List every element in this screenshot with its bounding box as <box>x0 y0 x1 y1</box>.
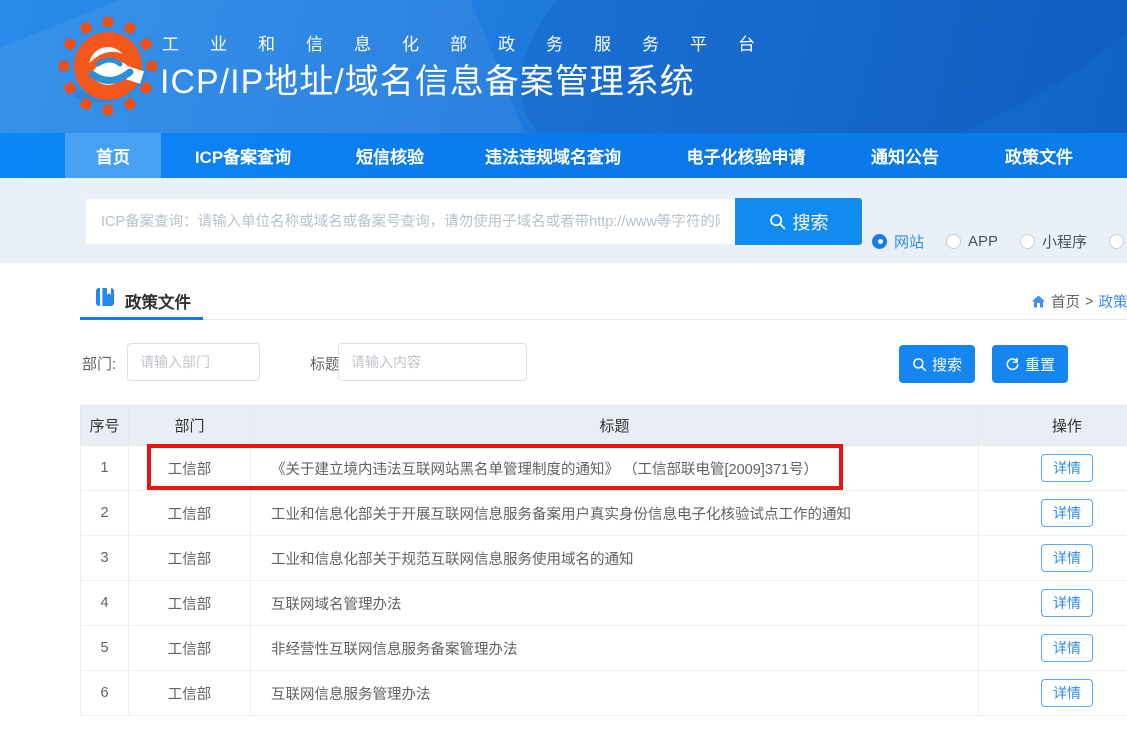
miit-e-gear-logo <box>58 16 158 116</box>
icp-search-input[interactable] <box>85 198 735 245</box>
nav-item-sms-verify[interactable]: 短信核验 <box>325 133 455 178</box>
cell-title: 非经营性互联网信息服务备案管理办法 <box>251 626 979 671</box>
search-icon <box>769 213 786 230</box>
col-header-dept: 部门 <box>129 406 251 446</box>
detail-button[interactable]: 详情 <box>1041 634 1093 662</box>
table-row: 4 工信部 互联网域名管理办法 详情 <box>81 581 1127 626</box>
cell-no: 3 <box>81 536 129 581</box>
radio-unselected-icon <box>1020 234 1035 249</box>
filter-search-button[interactable]: 搜索 <box>899 345 975 383</box>
main-nav: 首页 ICP备案查询 短信核验 违法违规域名查询 电子化核验申请 通知公告 政策… <box>0 133 1127 178</box>
table-row: 3 工信部 工业和信息化部关于规范互联网信息服务使用域名的通知 详情 <box>81 536 1127 581</box>
icp-search-button-label: 搜索 <box>793 209 829 235</box>
table-row: 1 工信部 《关于建立境内违法互联网站黑名单管理制度的通知》 （工信部联电管[2… <box>81 446 1127 491</box>
cell-dept: 工信部 <box>129 626 251 671</box>
search-icon <box>912 357 927 372</box>
cell-no: 5 <box>81 626 129 671</box>
cell-dept: 工信部 <box>129 581 251 626</box>
nav-item-e-verification[interactable]: 电子化核验申请 <box>651 133 841 178</box>
radio-unselected-icon <box>1109 234 1124 249</box>
home-icon <box>1031 294 1046 309</box>
cell-dept: 工信部 <box>129 671 251 716</box>
table-row: 5 工信部 非经营性互联网信息服务备案管理办法 详情 <box>81 626 1127 671</box>
col-header-title: 标题 <box>251 406 979 446</box>
system-title: ICP/IP地址/域名信息备案管理系统 <box>160 54 695 103</box>
cell-dept: 工信部 <box>129 536 251 581</box>
breadcrumb: 首页 > 政策文件 <box>1031 291 1127 312</box>
table-row: 6 工信部 互联网信息服务管理办法 详情 <box>81 671 1127 716</box>
icp-search-button[interactable]: 搜索 <box>735 198 862 245</box>
detail-button[interactable]: 详情 <box>1041 544 1093 572</box>
nav-item-policy-files[interactable]: 政策文件 <box>969 133 1109 178</box>
cell-dept: 工信部 <box>129 446 251 491</box>
radio-miniprogram-label: 小程序 <box>1042 231 1087 252</box>
cell-title: 互联网信息服务管理办法 <box>251 671 979 716</box>
nav-item-home[interactable]: 首页 <box>65 133 161 178</box>
nav-item-icp-query[interactable]: ICP备案查询 <box>161 133 325 178</box>
radio-quickapp[interactable]: 快应用 <box>1109 231 1127 252</box>
active-tab-underline <box>80 317 203 320</box>
table-row: 2 工信部 工业和信息化部关于开展互联网信息服务备案用户真实身份信息电子化核验试… <box>81 491 1127 536</box>
radio-selected-icon <box>872 234 887 249</box>
col-header-action: 操作 <box>979 406 1127 446</box>
radio-app[interactable]: APP <box>946 233 998 250</box>
policy-book-icon <box>95 287 115 307</box>
detail-button[interactable]: 详情 <box>1041 454 1093 482</box>
table-header-row: 序号 部门 标题 操作 <box>81 406 1127 446</box>
radio-website[interactable]: 网站 <box>872 231 924 252</box>
radio-website-label: 网站 <box>894 231 924 252</box>
cell-no: 2 <box>81 491 129 536</box>
cell-no: 6 <box>81 671 129 716</box>
radio-unselected-icon <box>946 234 961 249</box>
cell-title: 工业和信息化部关于规范互联网信息服务使用域名的通知 <box>251 536 979 581</box>
cell-title: 工业和信息化部关于开展互联网信息服务备案用户真实身份信息电子化核验试点工作的通知 <box>251 491 979 536</box>
breadcrumb-current[interactable]: 政策文件 <box>1098 291 1127 312</box>
platform-name: 工业和信息化部政务服务平台 <box>162 30 786 55</box>
section-title: 政策文件 <box>125 289 191 313</box>
breadcrumb-home[interactable]: 首页 <box>1051 291 1080 312</box>
radio-app-label: APP <box>968 233 998 250</box>
policy-table: 序号 部门 标题 操作 1 工信部 《关于建立境内违法互联网站黑名单管理制度的通… <box>80 405 1127 716</box>
cell-title: 互联网域名管理办法 <box>251 581 979 626</box>
cell-no: 4 <box>81 581 129 626</box>
dept-filter-input[interactable] <box>127 343 260 381</box>
dept-filter-label: 部门: <box>82 353 116 374</box>
section-divider <box>203 319 1127 320</box>
filter-reset-label: 重置 <box>1025 354 1055 375</box>
search-type-radios: 网站 APP 小程序 快应用 <box>872 228 1127 254</box>
site-header: 工业和信息化部政务服务平台 ICP/IP地址/域名信息备案管理系统 <box>0 0 1127 133</box>
nav-item-notices[interactable]: 通知公告 <box>841 133 969 178</box>
cell-title: 《关于建立境内违法互联网站黑名单管理制度的通知》 （工信部联电管[2009]37… <box>251 446 979 491</box>
col-header-no: 序号 <box>81 406 129 446</box>
radio-miniprogram[interactable]: 小程序 <box>1020 231 1087 252</box>
title-filter-input[interactable] <box>338 343 527 381</box>
detail-button[interactable]: 详情 <box>1041 499 1093 527</box>
filter-reset-button[interactable]: 重置 <box>992 345 1068 383</box>
detail-button[interactable]: 详情 <box>1041 679 1093 707</box>
cell-dept: 工信部 <box>129 491 251 536</box>
refresh-icon <box>1005 357 1020 372</box>
breadcrumb-separator: > <box>1085 294 1093 310</box>
cell-no: 1 <box>81 446 129 491</box>
detail-button[interactable]: 详情 <box>1041 589 1093 617</box>
filter-search-label: 搜索 <box>932 354 962 375</box>
nav-item-illegal-domain-query[interactable]: 违法违规域名查询 <box>455 133 651 178</box>
